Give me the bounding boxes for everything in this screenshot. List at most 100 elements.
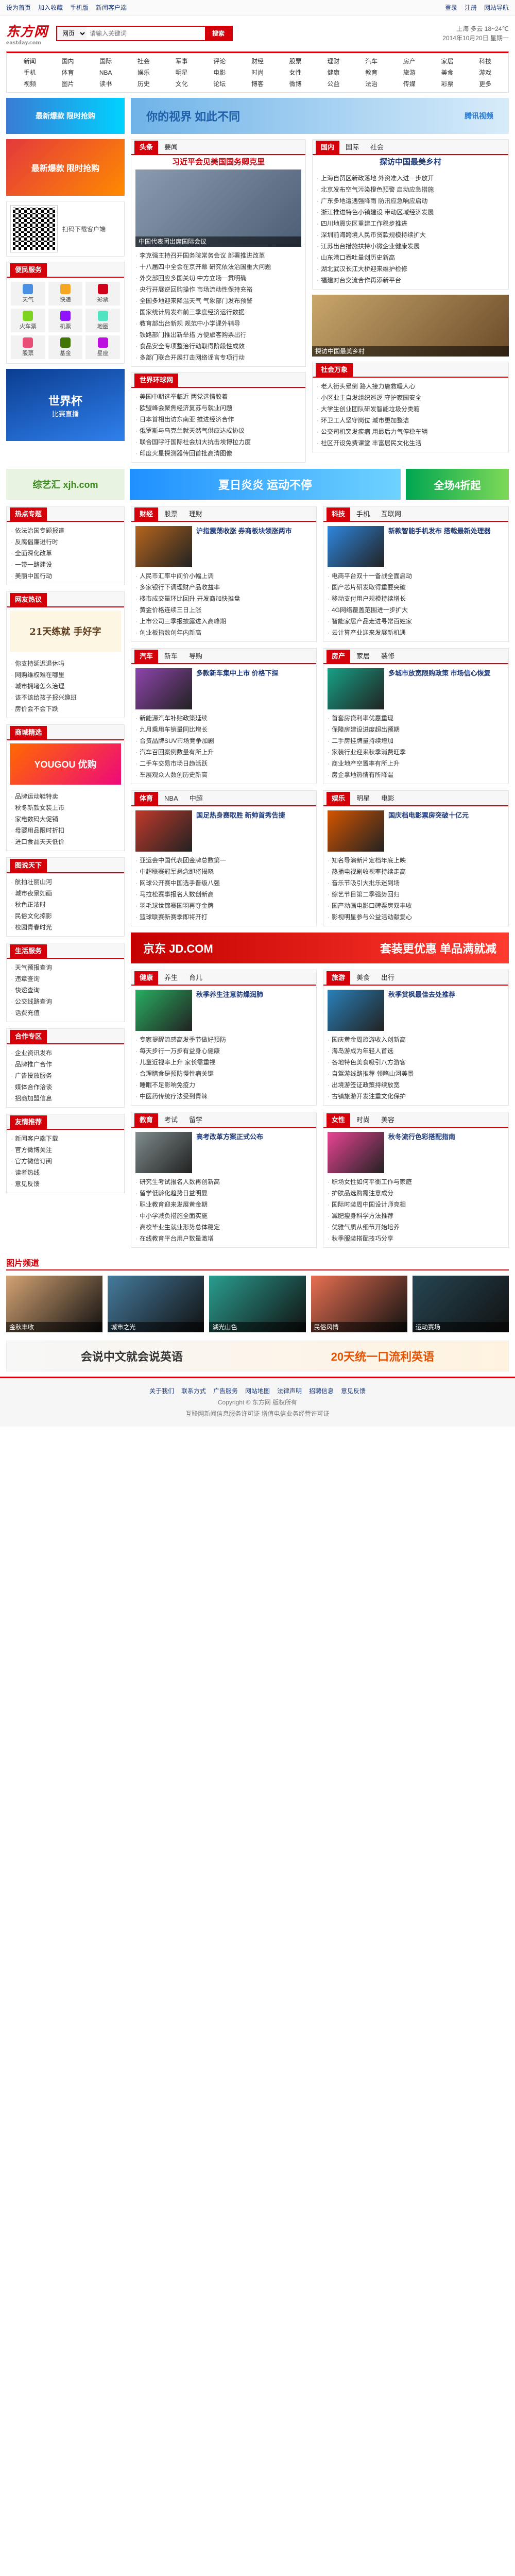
module-link[interactable]: 依法治国专题报道: [11, 525, 120, 536]
channel-tab[interactable]: 体育: [134, 792, 159, 805]
module-link[interactable]: 全面深化改革: [11, 548, 120, 559]
news-link[interactable]: 楼市成交量环比回升 开发商加快推盘: [135, 593, 312, 604]
nav-item[interactable]: 评论: [200, 56, 238, 66]
module-link[interactable]: 招商加盟信息: [11, 1093, 120, 1104]
module-link[interactable]: 话费充值: [11, 1007, 120, 1019]
right-tab[interactable]: 社会: [365, 141, 389, 154]
mid-ad-1[interactable]: 综艺汇 xjh.com: [6, 469, 125, 500]
search-input[interactable]: [87, 27, 205, 40]
module-link[interactable]: 你支持延迟退休吗: [11, 658, 120, 669]
channel-image[interactable]: [328, 668, 384, 709]
site-logo[interactable]: 东方网 eastday.com: [6, 21, 48, 46]
news-link[interactable]: 房企拿地热情有所降温: [328, 769, 504, 781]
right-headline[interactable]: 探访中国最美乡村: [313, 155, 508, 170]
nav-item[interactable]: 历史: [125, 79, 163, 89]
nav-item[interactable]: 教育: [352, 67, 390, 78]
news-link[interactable]: 留学低龄化趋势日益明显: [135, 1188, 312, 1199]
news-link[interactable]: 热播电视剧收视率持续走高: [328, 866, 504, 877]
news-link[interactable]: 大学生创业团队研发智能垃圾分类箱: [317, 403, 504, 415]
news-link[interactable]: 国家统计局发布前三季度经济运行数据: [135, 307, 301, 318]
news-link[interactable]: 马拉松赛事报名人数创新高: [135, 889, 312, 900]
nav-item[interactable]: 彩票: [428, 79, 467, 89]
tool-item[interactable]: 基金: [48, 335, 83, 359]
news-link[interactable]: 美国中期选举临近 两党选情胶着: [135, 391, 301, 402]
channel-tab[interactable]: 旅游: [327, 971, 351, 985]
channel-tab[interactable]: 养生: [159, 971, 183, 985]
channel-tab[interactable]: 考试: [159, 1113, 183, 1127]
news-link[interactable]: 教育部出台新规 规范中小学课外辅导: [135, 318, 301, 329]
news-link[interactable]: 江苏出台措施扶持小微企业健康发展: [317, 241, 504, 252]
news-link[interactable]: 广东多地遭遇强降雨 防汛应急响应启动: [317, 195, 504, 207]
channel-tab[interactable]: 时尚: [351, 1113, 375, 1127]
search-scope-select[interactable]: 网页: [57, 27, 87, 40]
module-link[interactable]: 违章查询: [11, 973, 120, 985]
module-link[interactable]: 进口食品天天低价: [11, 836, 120, 848]
nav-item[interactable]: 社会: [125, 56, 163, 66]
news-link[interactable]: 人民币汇率中间价小幅上调: [135, 570, 312, 582]
nav-item[interactable]: 论坛: [200, 79, 238, 89]
news-link[interactable]: 古镇旅游开发注重文化保护: [328, 1091, 504, 1102]
nav-item[interactable]: NBA: [87, 67, 125, 78]
tool-item[interactable]: 快递: [48, 282, 83, 306]
channel-tab[interactable]: 女性: [327, 1113, 351, 1127]
search-button[interactable]: 搜索: [205, 27, 232, 40]
module-link[interactable]: 该不该给孩子报兴趣班: [11, 692, 120, 703]
news-link[interactable]: 山东港口吞吐量创历史新高: [317, 252, 504, 263]
news-link[interactable]: 自驾游线路推荐 领略山河美景: [328, 1068, 504, 1079]
channel-tab[interactable]: 科技: [327, 507, 351, 521]
nav-item[interactable]: 理财: [315, 56, 353, 66]
news-link[interactable]: 二手车交易市场日趋活跃: [135, 758, 312, 769]
site-nav-link[interactable]: 网站导航: [484, 3, 509, 12]
channel-image[interactable]: [328, 810, 384, 852]
news-link[interactable]: 央行开展逆回购操作 市场流动性保持充裕: [135, 284, 301, 295]
focus-headline[interactable]: 习近平会见美国国务卿克里: [131, 155, 305, 170]
mid-ad-2[interactable]: 夏日炎炎 运动不停: [130, 469, 401, 500]
channel-image[interactable]: [135, 810, 192, 852]
nav-item[interactable]: 法治: [352, 79, 390, 89]
news-link[interactable]: 新能源汽车补贴政策延续: [135, 713, 312, 724]
news-link[interactable]: 黄金价格连续三日上涨: [135, 604, 312, 616]
module-link[interactable]: 反腐倡廉进行时: [11, 536, 120, 548]
channel-headline[interactable]: 秋季赏枫最佳去处推荐: [388, 990, 455, 1031]
news-link[interactable]: 云计算产业迎来发展新机遇: [328, 627, 504, 638]
nav-item[interactable]: 更多: [466, 79, 504, 89]
channel-tab[interactable]: 教育: [134, 1113, 159, 1127]
news-link[interactable]: 食品安全专项整治行动取得阶段性成效: [135, 341, 301, 352]
module-link[interactable]: 网购维权难在哪里: [11, 669, 120, 681]
news-link[interactable]: 优雅气质从细节开始培养: [328, 1222, 504, 1233]
right-tab[interactable]: 国内: [316, 141, 340, 154]
channel-image[interactable]: [328, 526, 384, 567]
module-link[interactable]: 民俗文化掠影: [11, 910, 120, 922]
footer-link[interactable]: 法律声明: [277, 1385, 302, 1397]
news-link[interactable]: 在线教育平台用户数量激增: [135, 1233, 312, 1244]
mid-ad-3[interactable]: 全场4折起: [406, 469, 509, 500]
nav-item[interactable]: 旅游: [390, 67, 428, 78]
nav-item[interactable]: 股票: [277, 56, 315, 66]
nav-item[interactable]: 汽车: [352, 56, 390, 66]
news-link[interactable]: 福建对台交流合作再添新平台: [317, 275, 504, 286]
left-top-ad[interactable]: 最新爆款 限时抢购: [6, 98, 125, 134]
module-link[interactable]: 美丽中国行动: [11, 570, 120, 582]
channel-tab[interactable]: 家居: [351, 650, 375, 663]
news-link[interactable]: 老人街头晕倒 路人接力施救暖人心: [317, 381, 504, 392]
news-link[interactable]: 篮球联赛新赛季即将开打: [135, 911, 312, 923]
module-link[interactable]: 公交线路查询: [11, 996, 120, 1007]
nav-item[interactable]: 健康: [315, 67, 353, 78]
news-link[interactable]: 湖北武汉长江大桥迎来维护检修: [317, 263, 504, 275]
channel-image[interactable]: [328, 990, 384, 1031]
news-link[interactable]: 研究生考试报名人数再创新高: [135, 1176, 312, 1188]
focus-image[interactable]: 中国代表团出席国际会议: [135, 170, 301, 247]
news-link[interactable]: 首套房贷利率优惠重现: [328, 713, 504, 724]
tool-item[interactable]: 火车票: [11, 309, 45, 332]
news-link[interactable]: 专家提醒流感高发季节做好预防: [135, 1034, 312, 1045]
nav-item[interactable]: 博客: [238, 79, 277, 89]
news-link[interactable]: 秋季服装搭配技巧分享: [328, 1233, 504, 1244]
nav-item[interactable]: 女性: [277, 67, 315, 78]
news-link[interactable]: 多家银行下调理财产品收益率: [135, 582, 312, 593]
news-link[interactable]: 联合国呼吁国际社会加大抗击埃博拉力度: [135, 436, 301, 448]
footer-link[interactable]: 意见反馈: [341, 1385, 366, 1397]
news-link[interactable]: 中超联赛冠军悬念即将揭晓: [135, 866, 312, 877]
nav-item[interactable]: 传媒: [390, 79, 428, 89]
footer-link[interactable]: 联系方式: [181, 1385, 206, 1397]
news-link[interactable]: 中医药传统疗法受到青睐: [135, 1091, 312, 1102]
